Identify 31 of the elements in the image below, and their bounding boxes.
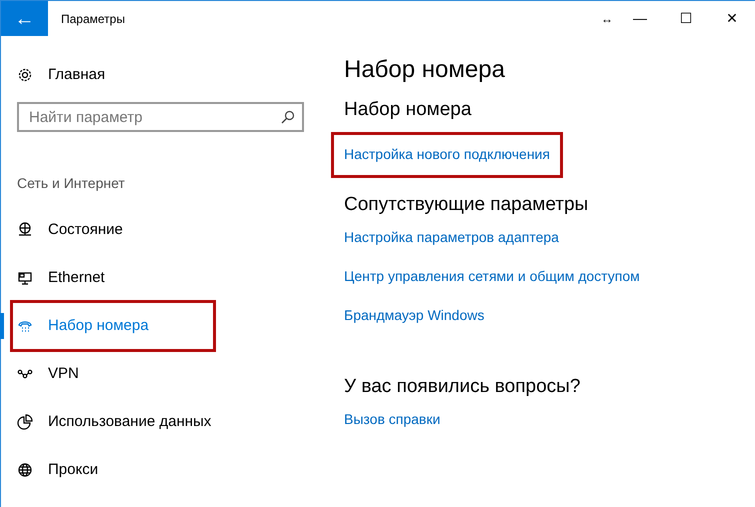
window-title: Параметры (61, 10, 125, 28)
settings-link[interactable]: Брандмауэр Windows (344, 304, 484, 326)
page-title: Набор номера (344, 56, 506, 85)
gear-icon (17, 67, 33, 83)
search-icon (281, 110, 295, 124)
resize-button[interactable]: ↔ (597, 4, 617, 34)
section-heading: У вас появились вопросы? (344, 376, 582, 399)
monitor-icon (17, 270, 33, 286)
settings-link[interactable]: Вызов справки (344, 408, 440, 430)
sidebar-item[interactable]: Состояние (1, 206, 201, 254)
globe-monitor-icon (17, 222, 33, 238)
minimize-button[interactable]: — (617, 4, 663, 34)
globe-icon (17, 462, 33, 478)
settings-link[interactable]: Настройка нового подключения (344, 144, 550, 165)
selection-indicator (0, 313, 4, 339)
section-heading: Сопутствующие параметры (344, 194, 590, 217)
sidebar-item[interactable]: Ethernet (1, 254, 201, 302)
settings-link[interactable]: Настройка параметров адаптера (344, 226, 559, 248)
sidebar-item[interactable]: VPN (1, 350, 201, 398)
home-nav-item[interactable]: Главная (1, 60, 201, 90)
section-label: Сеть и Интернет (16, 174, 126, 193)
back-button[interactable]: ← (1, 1, 48, 36)
sidebar-item[interactable]: Использование данных (1, 398, 218, 446)
section-heading: Набор номера (344, 98, 472, 122)
settings-link[interactable]: Центр управления сетями и общим доступом (344, 266, 640, 287)
sidebar-item[interactable]: Прокси (1, 446, 201, 494)
pie-chart-icon (17, 414, 33, 430)
sidebar-item[interactable]: Набор номера (13, 303, 213, 349)
close-button[interactable]: ✕ (709, 4, 755, 34)
maximize-button[interactable]: ☐ (663, 4, 709, 34)
search-field[interactable]: Найти параметр (17, 102, 304, 132)
